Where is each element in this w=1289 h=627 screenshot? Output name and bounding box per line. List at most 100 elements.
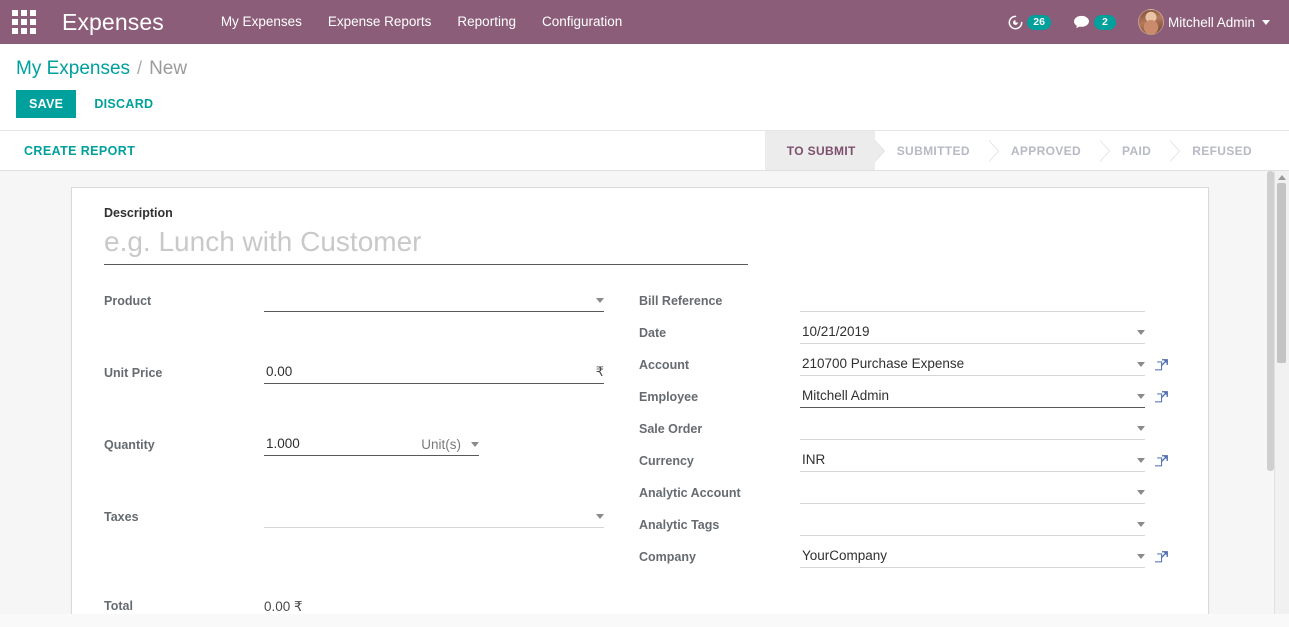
app-brand-title[interactable]: Expenses bbox=[62, 9, 164, 36]
form-columns: Product Unit Price 0.00 ₹ Quantity 1.000… bbox=[104, 289, 1176, 577]
main-menu: My Expenses Expense Reports Reporting Co… bbox=[208, 0, 635, 44]
chevron-down-icon[interactable] bbox=[1137, 457, 1145, 463]
taxes-input[interactable] bbox=[264, 505, 590, 527]
form-sheet: Description Product bbox=[71, 187, 1209, 614]
status-to-submit[interactable]: TO SUBMIT bbox=[764, 131, 885, 170]
field-date: Date bbox=[639, 321, 1169, 353]
page-scrollbar-thumb[interactable] bbox=[1277, 183, 1286, 363]
chevron-down-icon[interactable] bbox=[1137, 521, 1145, 527]
inner-scrollbar-thumb[interactable] bbox=[1267, 171, 1274, 471]
field-control-date[interactable] bbox=[800, 321, 1145, 344]
field-label-currency: Currency bbox=[639, 454, 694, 468]
field-control-currency[interactable] bbox=[800, 449, 1145, 472]
chat-bubble-icon bbox=[1073, 15, 1090, 29]
field-label-bill-reference: Bill Reference bbox=[639, 294, 723, 308]
row-total: Total 0.00 ₹ bbox=[104, 599, 434, 614]
save-button[interactable]: SAVE bbox=[16, 90, 77, 118]
field-employee: Employee bbox=[639, 385, 1169, 417]
total-label: Total bbox=[104, 599, 133, 613]
chevron-down-icon[interactable] bbox=[596, 513, 604, 519]
quantity-input[interactable] bbox=[264, 433, 422, 455]
field-control-taxes[interactable] bbox=[264, 505, 604, 528]
breadcrumb-item-my-expenses[interactable]: My Expenses bbox=[16, 56, 130, 82]
chevron-down-icon[interactable] bbox=[596, 297, 604, 303]
currency-symbol: ₹ bbox=[595, 364, 604, 379]
chevron-down-icon[interactable] bbox=[1137, 553, 1145, 559]
field-label-taxes: Taxes bbox=[104, 510, 139, 524]
external-link-icon[interactable] bbox=[1155, 358, 1169, 372]
messaging-menu-button[interactable]: 2 bbox=[1062, 0, 1127, 44]
status-paid[interactable]: PAID bbox=[1100, 131, 1181, 170]
employee-input[interactable] bbox=[800, 385, 1131, 407]
field-label-employee: Employee bbox=[639, 390, 699, 404]
control-panel-buttons: SAVE DISCARD bbox=[16, 82, 1273, 130]
field-quantity: Quantity Unit(s) bbox=[104, 433, 634, 505]
create-report-button[interactable]: CREATE REPORT bbox=[16, 144, 143, 158]
field-control-quantity[interactable]: Unit(s) bbox=[264, 433, 479, 456]
avatar bbox=[1137, 9, 1164, 35]
total-value: 0.00 ₹ bbox=[264, 599, 303, 614]
apps-menu-button[interactable] bbox=[0, 0, 48, 44]
page-scrollbar[interactable] bbox=[1274, 171, 1289, 614]
field-bill-reference: Bill Reference bbox=[639, 289, 1169, 321]
status-refused[interactable]: REFUSED bbox=[1170, 131, 1271, 170]
description-label: Description bbox=[104, 206, 173, 220]
bill-reference-input[interactable] bbox=[800, 289, 1145, 311]
field-taxes: Taxes bbox=[104, 505, 634, 577]
date-input[interactable] bbox=[800, 321, 1131, 343]
menu-item-expense-reports[interactable]: Expense Reports bbox=[315, 0, 445, 44]
field-control-employee[interactable] bbox=[800, 385, 1145, 408]
messages-count-badge: 2 bbox=[1093, 14, 1116, 30]
field-control-bill-reference[interactable] bbox=[800, 289, 1145, 312]
field-label-date: Date bbox=[639, 326, 667, 340]
field-control-unit-price[interactable]: ₹ bbox=[264, 361, 604, 384]
field-account: Account bbox=[639, 353, 1169, 385]
discard-button[interactable]: DISCARD bbox=[86, 90, 161, 118]
external-link-icon[interactable] bbox=[1155, 550, 1169, 564]
external-link-icon[interactable] bbox=[1155, 454, 1169, 468]
menu-item-configuration[interactable]: Configuration bbox=[529, 0, 635, 44]
chevron-down-icon bbox=[1262, 19, 1270, 25]
account-input[interactable] bbox=[800, 353, 1131, 375]
scroll-up-arrow-icon[interactable] bbox=[1278, 175, 1286, 180]
field-control-sale-order[interactable] bbox=[800, 417, 1145, 440]
field-label-unit-price: Unit Price bbox=[104, 366, 163, 380]
field-analytic-tags: Analytic Tags bbox=[639, 513, 1169, 545]
user-menu-label: Mitchell Admin bbox=[1167, 14, 1255, 30]
company-input[interactable] bbox=[800, 545, 1131, 567]
field-label-account: Account bbox=[639, 358, 689, 372]
chevron-down-icon[interactable] bbox=[471, 441, 479, 447]
field-control-company[interactable] bbox=[800, 545, 1145, 568]
status-pipeline: TO SUBMIT SUBMITTED APPROVED PAID REFUSE… bbox=[764, 131, 1289, 170]
status-approved[interactable]: APPROVED bbox=[988, 131, 1111, 170]
external-link-icon[interactable] bbox=[1155, 390, 1169, 404]
field-label-product: Product bbox=[104, 294, 152, 308]
form-page: Description Product bbox=[0, 171, 1289, 614]
menu-item-reporting[interactable]: Reporting bbox=[444, 0, 529, 44]
menu-item-my-expenses[interactable]: My Expenses bbox=[208, 0, 315, 44]
apps-grid-icon bbox=[12, 10, 36, 34]
systray: 26 2 Mitchell Admin bbox=[997, 0, 1281, 44]
field-unit-price: Unit Price ₹ bbox=[104, 361, 634, 433]
breadcrumb-item-new: New bbox=[149, 58, 188, 79]
sale-order-input[interactable] bbox=[800, 417, 1131, 439]
unit-price-input[interactable] bbox=[264, 361, 590, 383]
chevron-down-icon[interactable] bbox=[1137, 393, 1145, 399]
field-control-analytic-tags[interactable] bbox=[800, 513, 1145, 536]
field-control-account[interactable] bbox=[800, 353, 1145, 376]
chevron-down-icon[interactable] bbox=[1137, 329, 1145, 335]
status-submitted[interactable]: SUBMITTED bbox=[874, 131, 1000, 170]
product-input[interactable] bbox=[264, 289, 590, 311]
chevron-down-icon[interactable] bbox=[1137, 489, 1145, 495]
currency-input[interactable] bbox=[800, 449, 1131, 471]
analytic-account-input[interactable] bbox=[800, 481, 1131, 503]
chevron-down-icon[interactable] bbox=[1137, 425, 1145, 431]
description-input[interactable] bbox=[104, 222, 748, 265]
chevron-down-icon[interactable] bbox=[1137, 361, 1145, 367]
field-sale-order: Sale Order bbox=[639, 417, 1169, 449]
field-control-product[interactable] bbox=[264, 289, 604, 312]
activity-menu-button[interactable]: 26 bbox=[997, 0, 1062, 44]
analytic-tags-input[interactable] bbox=[800, 513, 1131, 535]
field-control-analytic-account[interactable] bbox=[800, 481, 1145, 504]
user-menu-button[interactable]: Mitchell Admin bbox=[1127, 0, 1281, 44]
